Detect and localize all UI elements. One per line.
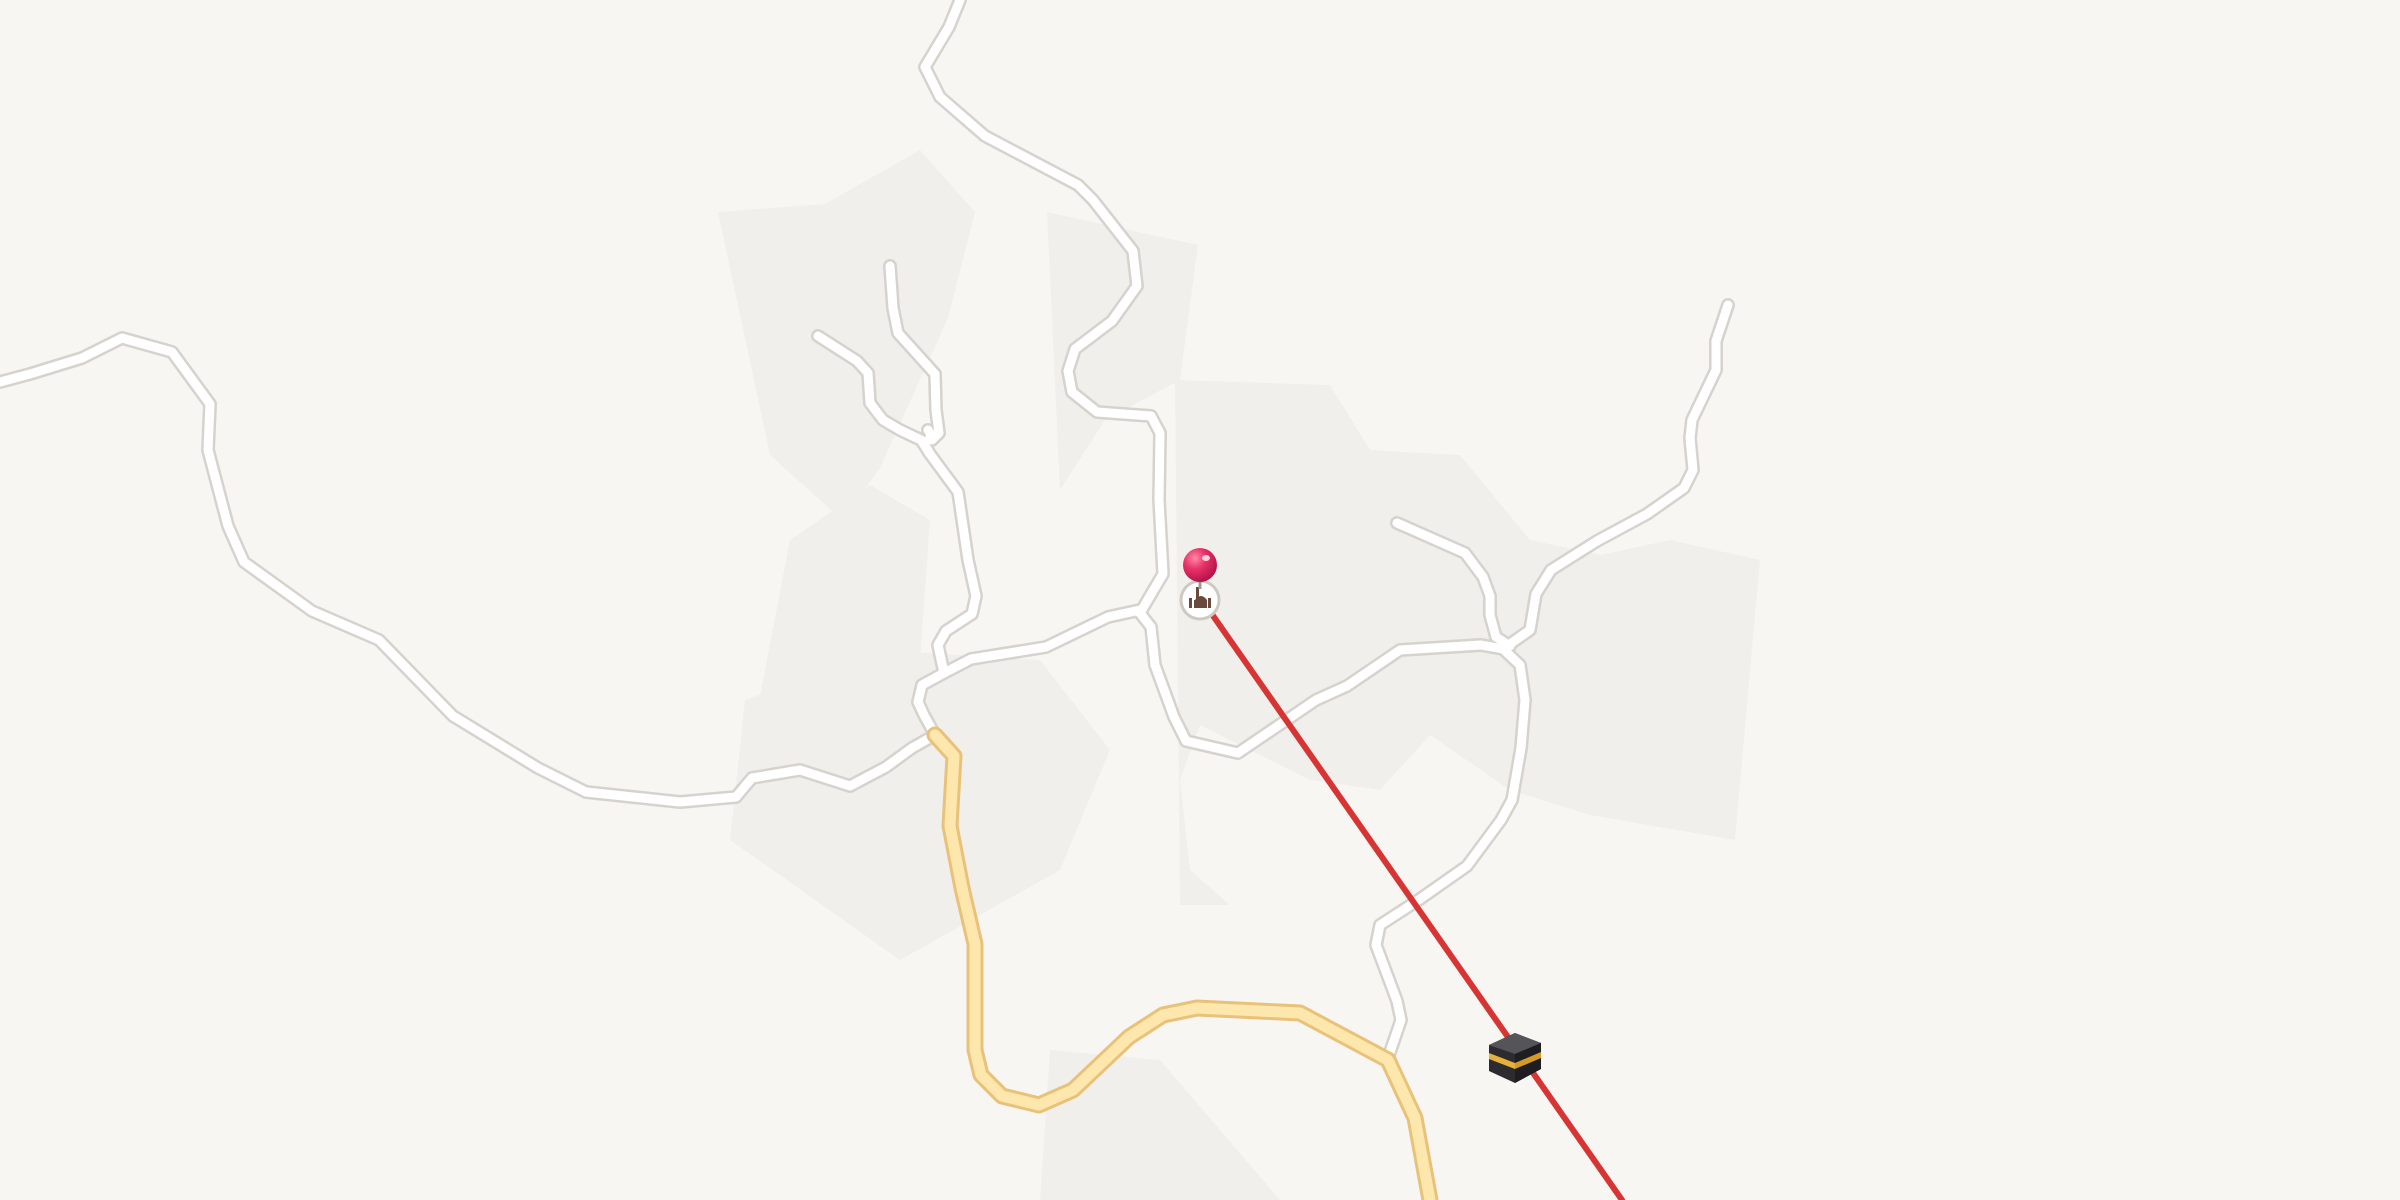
map-canvas[interactable] — [0, 0, 2400, 1200]
map-pin-icon — [1183, 548, 1217, 582]
pin-highlight — [1202, 555, 1210, 561]
